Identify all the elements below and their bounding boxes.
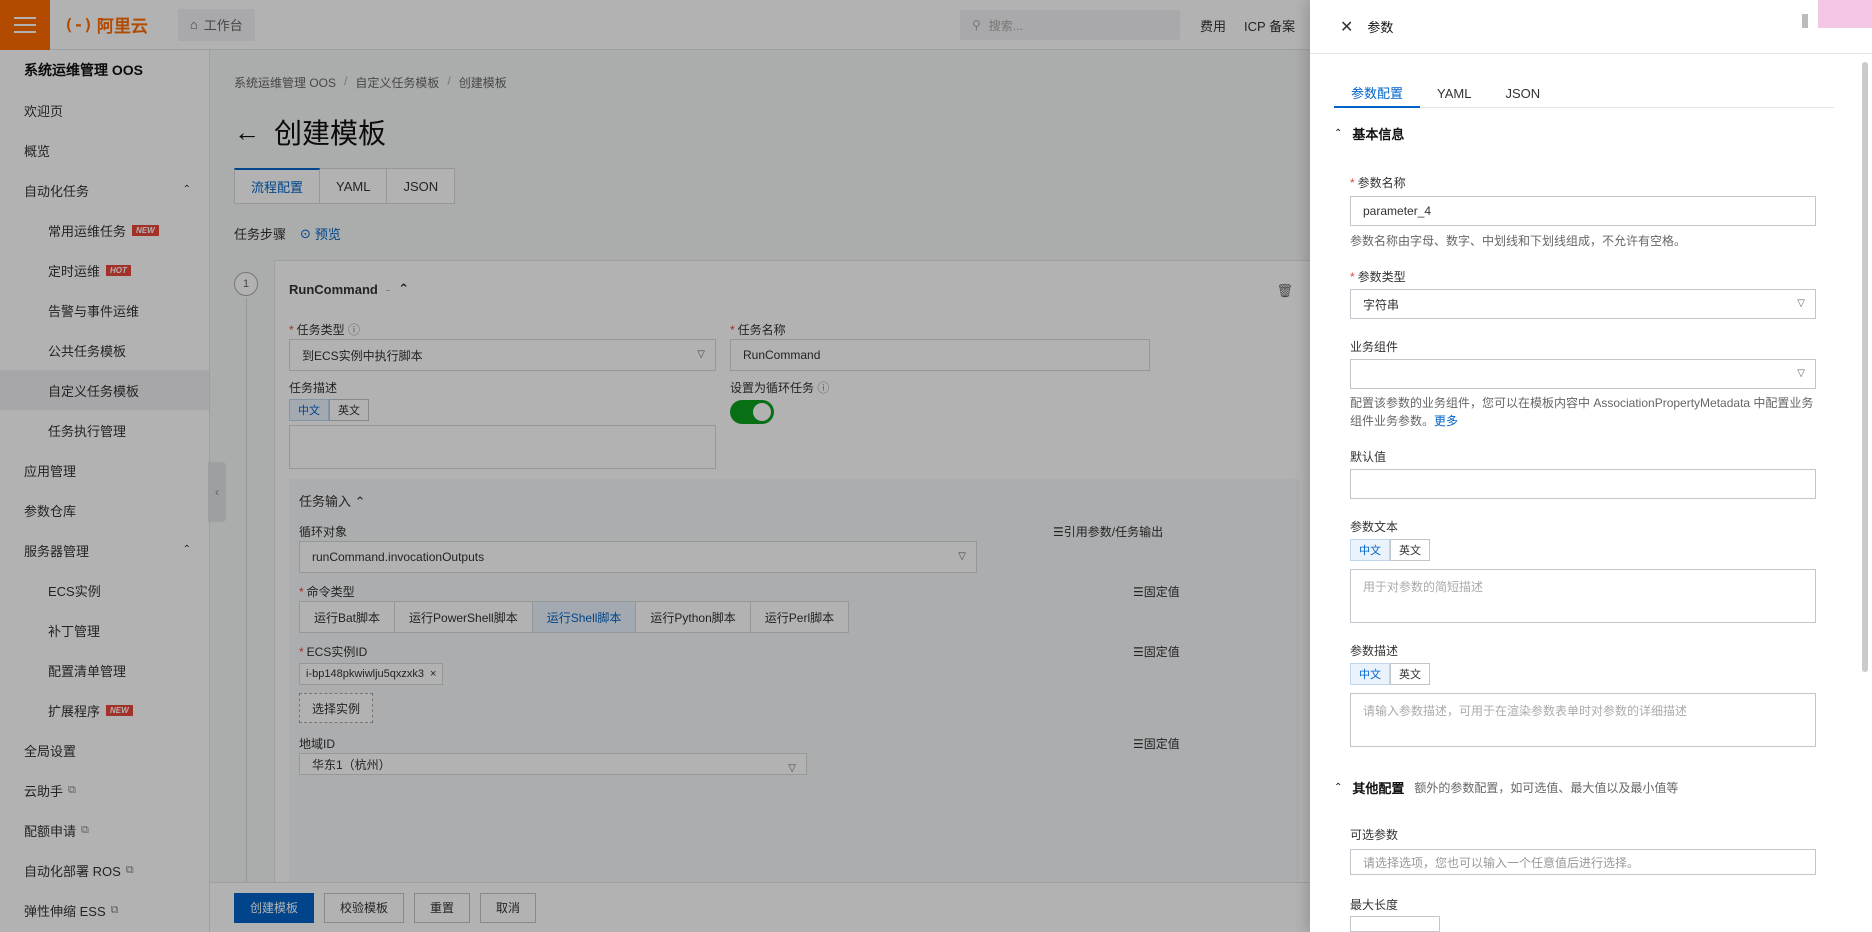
required-mark: * [1350,176,1355,190]
param-name-value: parameter_4 [1363,204,1432,218]
parameter-drawer: ✕ 参数 参数配置 YAML JSON ⌃ 基本信息 * 参数名称 paramet… [1310,0,1872,932]
other-config-section[interactable]: ⌃ 其他配置 额外的参数配置，如可选值、最大值以及最小值等 [1334,778,1678,797]
param-desc-textarea[interactable]: 请输入参数描述，可用于在渲染参数表单时对参数的详细描述 [1350,693,1816,747]
lang-tab-zh[interactable]: 中文 [1350,539,1390,561]
close-icon[interactable]: ✕ [1340,17,1353,37]
lang-tab-en[interactable]: 英文 [1390,539,1430,561]
default-value-input[interactable] [1350,469,1816,499]
options-label: 可选参数 [1350,828,1399,842]
drawer-title: 参数 [1367,20,1394,35]
required-mark: * [1350,270,1355,284]
other-config-title: 其他配置 [1352,781,1405,796]
max-length-label: 最大长度 [1350,898,1399,912]
options-select[interactable]: 请选择选项，您也可以输入一个任意值后进行选择。 [1350,849,1816,875]
max-length-input[interactable] [1350,916,1440,932]
component-label: 业务组件 [1350,340,1399,354]
tab-json[interactable]: JSON [1488,78,1557,108]
modal-overlay[interactable] [0,0,1310,932]
param-name-help: 参数名称由字母、数字、中划线和下划线组成，不允许有空格。 [1350,234,1687,248]
chevron-down-icon: ▽ [1797,298,1805,309]
drawer-tabs: 参数配置 YAML JSON [1334,78,1834,108]
param-type-label: * 参数类型 [1350,270,1406,284]
param-type-value: 字符串 [1363,297,1400,312]
param-text-textarea[interactable]: 用于对参数的简短描述 [1350,569,1816,623]
other-config-desc: 额外的参数配置，如可选值、最大值以及最小值等 [1414,781,1679,795]
chevron-up-icon: ⌃ [1334,782,1343,793]
avatar[interactable] [1818,0,1872,28]
param-desc-label: 参数描述 [1350,644,1399,658]
param-name-input[interactable]: parameter_4 [1350,196,1816,226]
param-text-label: 参数文本 [1350,520,1399,534]
lang-tab-en[interactable]: 英文 [1390,663,1430,685]
drawer-header: ✕ 参数 [1310,0,1872,54]
chevron-up-icon: ⌃ [1334,128,1343,139]
param-text-lang-tabs: 中文 英文 [1350,539,1430,561]
param-desc-lang-tabs: 中文 英文 [1350,663,1430,685]
chevron-down-icon: ▽ [1797,368,1805,379]
default-value-label: 默认值 [1350,450,1387,464]
tab-param-config[interactable]: 参数配置 [1334,78,1421,108]
basic-info-title: 基本信息 [1352,127,1405,142]
toolbar-icon [1802,14,1808,28]
param-name-label: * 参数名称 [1350,176,1406,190]
more-link[interactable]: 更多 [1434,414,1458,428]
drawer-scrollbar[interactable] [1862,62,1868,672]
tab-yaml[interactable]: YAML [1420,78,1488,108]
basic-info-section[interactable]: ⌃ 基本信息 [1334,124,1404,143]
lang-tab-zh[interactable]: 中文 [1350,663,1390,685]
component-select[interactable]: ▽ [1350,359,1816,389]
component-help: 配置该参数的业务组件，您可以在模板内容中 AssociationProperty… [1350,396,1814,428]
param-type-select[interactable]: 字符串 ▽ [1350,289,1816,319]
